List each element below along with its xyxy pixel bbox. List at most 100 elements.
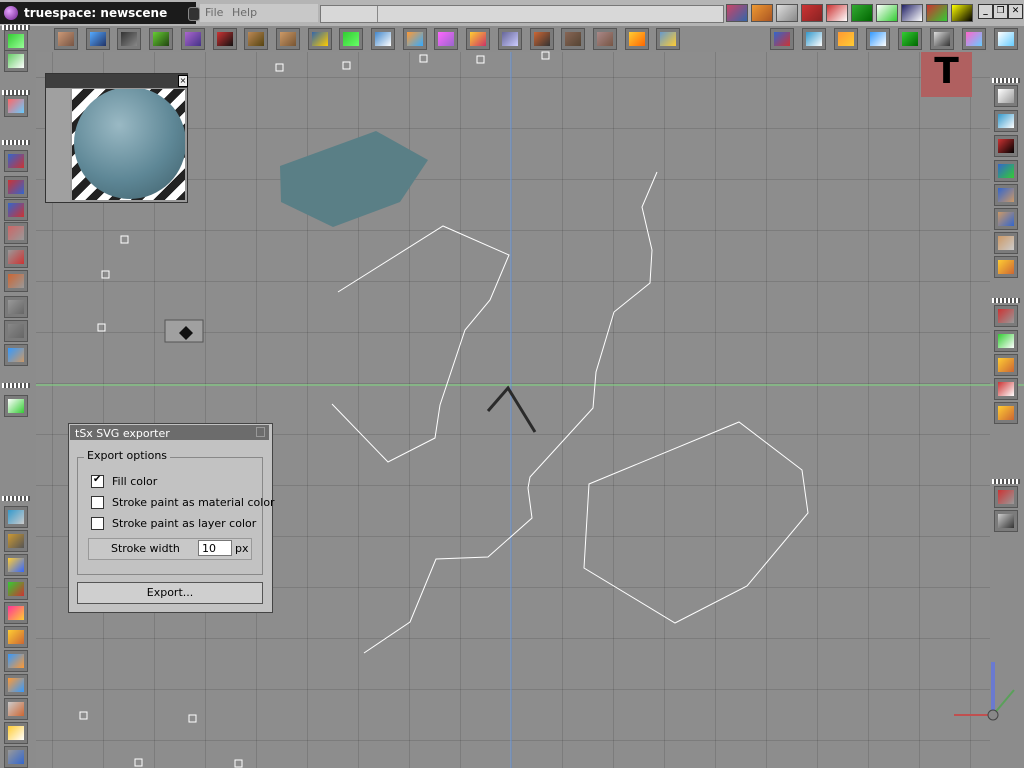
toolbar-grip-handle[interactable] <box>992 78 1020 83</box>
right-tool-button-1[interactable] <box>994 85 1018 107</box>
left-tool-button-14[interactable] <box>4 506 28 528</box>
toolbar-button-18[interactable] <box>592 28 617 50</box>
toolbar-button-10[interactable] <box>339 28 364 50</box>
text-tool-button[interactable]: T <box>921 52 972 97</box>
right-tool-7-icon <box>998 236 1014 250</box>
toolbar-button-6[interactable] <box>212 28 237 50</box>
toolbar-button-12[interactable] <box>402 28 427 50</box>
fill-color-checkbox[interactable] <box>91 474 104 488</box>
dialog-close-icon[interactable] <box>256 427 265 437</box>
right-tool-button-2[interactable] <box>994 110 1018 132</box>
toolbar-button-19[interactable] <box>624 28 649 50</box>
left-tool-13-icon <box>8 399 24 413</box>
right-tool-button-8[interactable] <box>994 256 1018 278</box>
left-tool-button-19[interactable] <box>4 626 28 648</box>
left-tool-button-20[interactable] <box>4 650 28 672</box>
dialog-header[interactable]: tSx SVG exporter <box>70 425 269 440</box>
toolbar-button-8[interactable] <box>275 28 300 50</box>
left-tool-button-9[interactable] <box>4 270 28 292</box>
left-tool-23-icon <box>8 726 24 740</box>
left-tool-button-18[interactable] <box>4 602 28 624</box>
left-tool-button-23[interactable] <box>4 722 28 744</box>
toolbar-grip-handle[interactable] <box>992 479 1020 484</box>
export-options-label: Export options <box>84 449 171 462</box>
left-tool-button-22[interactable] <box>4 698 28 720</box>
right-toolbar-2-icon <box>806 32 822 46</box>
right-tool-button-12[interactable] <box>994 378 1018 400</box>
right-tool-button-9[interactable] <box>994 305 1018 327</box>
right-tool-button-7[interactable] <box>994 232 1018 254</box>
toolbar-3-icon <box>121 32 138 46</box>
toolbar-grip-handle[interactable] <box>992 298 1020 303</box>
fill-color-label: Fill color <box>112 475 158 488</box>
right-tool-5-icon <box>998 188 1014 202</box>
toolbar-grip-handle[interactable] <box>2 496 30 501</box>
left-tool-button-17[interactable] <box>4 578 28 600</box>
toolbar-button-1[interactable] <box>54 28 78 50</box>
left-tool-20-icon <box>8 654 24 668</box>
left-tool-button-12[interactable] <box>4 344 28 366</box>
left-tool-button-10[interactable] <box>4 296 28 318</box>
right-toolbar-button-1[interactable] <box>770 28 794 50</box>
left-tool-button-1[interactable] <box>4 30 28 52</box>
toolbar-button-15[interactable] <box>497 28 522 50</box>
left-tool-button-24[interactable] <box>4 746 28 768</box>
left-tool-button-7[interactable] <box>4 222 28 244</box>
right-tool-button-6[interactable] <box>994 208 1018 230</box>
toolbar-1-icon <box>58 32 74 46</box>
toolbar-button-16[interactable] <box>529 28 554 50</box>
right-toolbar-button-3[interactable] <box>834 28 858 50</box>
left-tool-button-13[interactable] <box>4 395 28 417</box>
stroke-layer-checkbox[interactable] <box>91 517 104 530</box>
toolbar-button-13[interactable] <box>434 28 459 50</box>
right-toolbar-button-7[interactable] <box>962 28 986 50</box>
toolbar-grip-handle[interactable] <box>2 140 30 145</box>
toolbar-button-4[interactable] <box>149 28 174 50</box>
right-tool-button-15[interactable] <box>994 510 1018 532</box>
right-tool-button-4[interactable] <box>994 160 1018 182</box>
left-tool-7-icon <box>8 226 24 240</box>
right-tool-button-14[interactable] <box>994 486 1018 508</box>
material-preview-panel[interactable]: × <box>45 73 188 203</box>
left-tool-15-icon <box>8 534 24 548</box>
right-tool-button-13[interactable] <box>994 402 1018 424</box>
right-tool-button-5[interactable] <box>994 184 1018 206</box>
left-tool-button-6[interactable] <box>4 199 28 221</box>
right-tool-button-3[interactable] <box>994 135 1018 157</box>
left-tool-button-3[interactable] <box>4 95 28 117</box>
left-tool-button-16[interactable] <box>4 554 28 576</box>
right-toolbar-button-4[interactable] <box>866 28 890 50</box>
export-button[interactable]: Export... <box>77 582 263 604</box>
right-tool-4-icon <box>998 164 1014 178</box>
left-tool-button-2[interactable] <box>4 50 28 72</box>
left-tool-button-8[interactable] <box>4 246 28 268</box>
toolbar-button-5[interactable] <box>180 28 205 50</box>
toolbar-8-icon <box>279 32 296 46</box>
right-toolbar-button-5[interactable] <box>898 28 922 50</box>
right-tool-button-11[interactable] <box>994 354 1018 376</box>
toolbar-grip-handle[interactable] <box>2 383 30 388</box>
left-tool-button-4[interactable] <box>4 150 28 172</box>
toolbar-button-14[interactable] <box>466 28 491 50</box>
right-toolbar-button-8[interactable] <box>994 28 1018 50</box>
toolbar-button-2[interactable] <box>85 28 110 50</box>
left-tool-button-5[interactable] <box>4 176 28 198</box>
left-tool-button-15[interactable] <box>4 530 28 552</box>
material-panel-close-icon[interactable]: × <box>178 75 188 87</box>
toolbar-button-3[interactable] <box>117 28 142 50</box>
right-toolbar-button-6[interactable] <box>930 28 954 50</box>
left-tool-button-11[interactable] <box>4 320 28 342</box>
toolbar-button-11[interactable] <box>371 28 395 50</box>
toolbar-grip-handle[interactable] <box>2 25 30 30</box>
right-tool-button-10[interactable] <box>994 330 1018 352</box>
toolbar-button-7[interactable] <box>244 28 269 50</box>
stroke-width-input[interactable] <box>198 540 232 556</box>
left-tool-button-21[interactable] <box>4 674 28 696</box>
right-toolbar-button-2[interactable] <box>802 28 826 50</box>
toolbar-button-9[interactable] <box>307 28 332 50</box>
toolbar-button-20[interactable] <box>656 28 681 50</box>
stroke-material-checkbox[interactable] <box>91 496 104 509</box>
toolbar-grip-handle[interactable] <box>2 90 30 95</box>
toolbar-18-icon <box>596 32 613 46</box>
toolbar-button-17[interactable] <box>561 28 586 50</box>
